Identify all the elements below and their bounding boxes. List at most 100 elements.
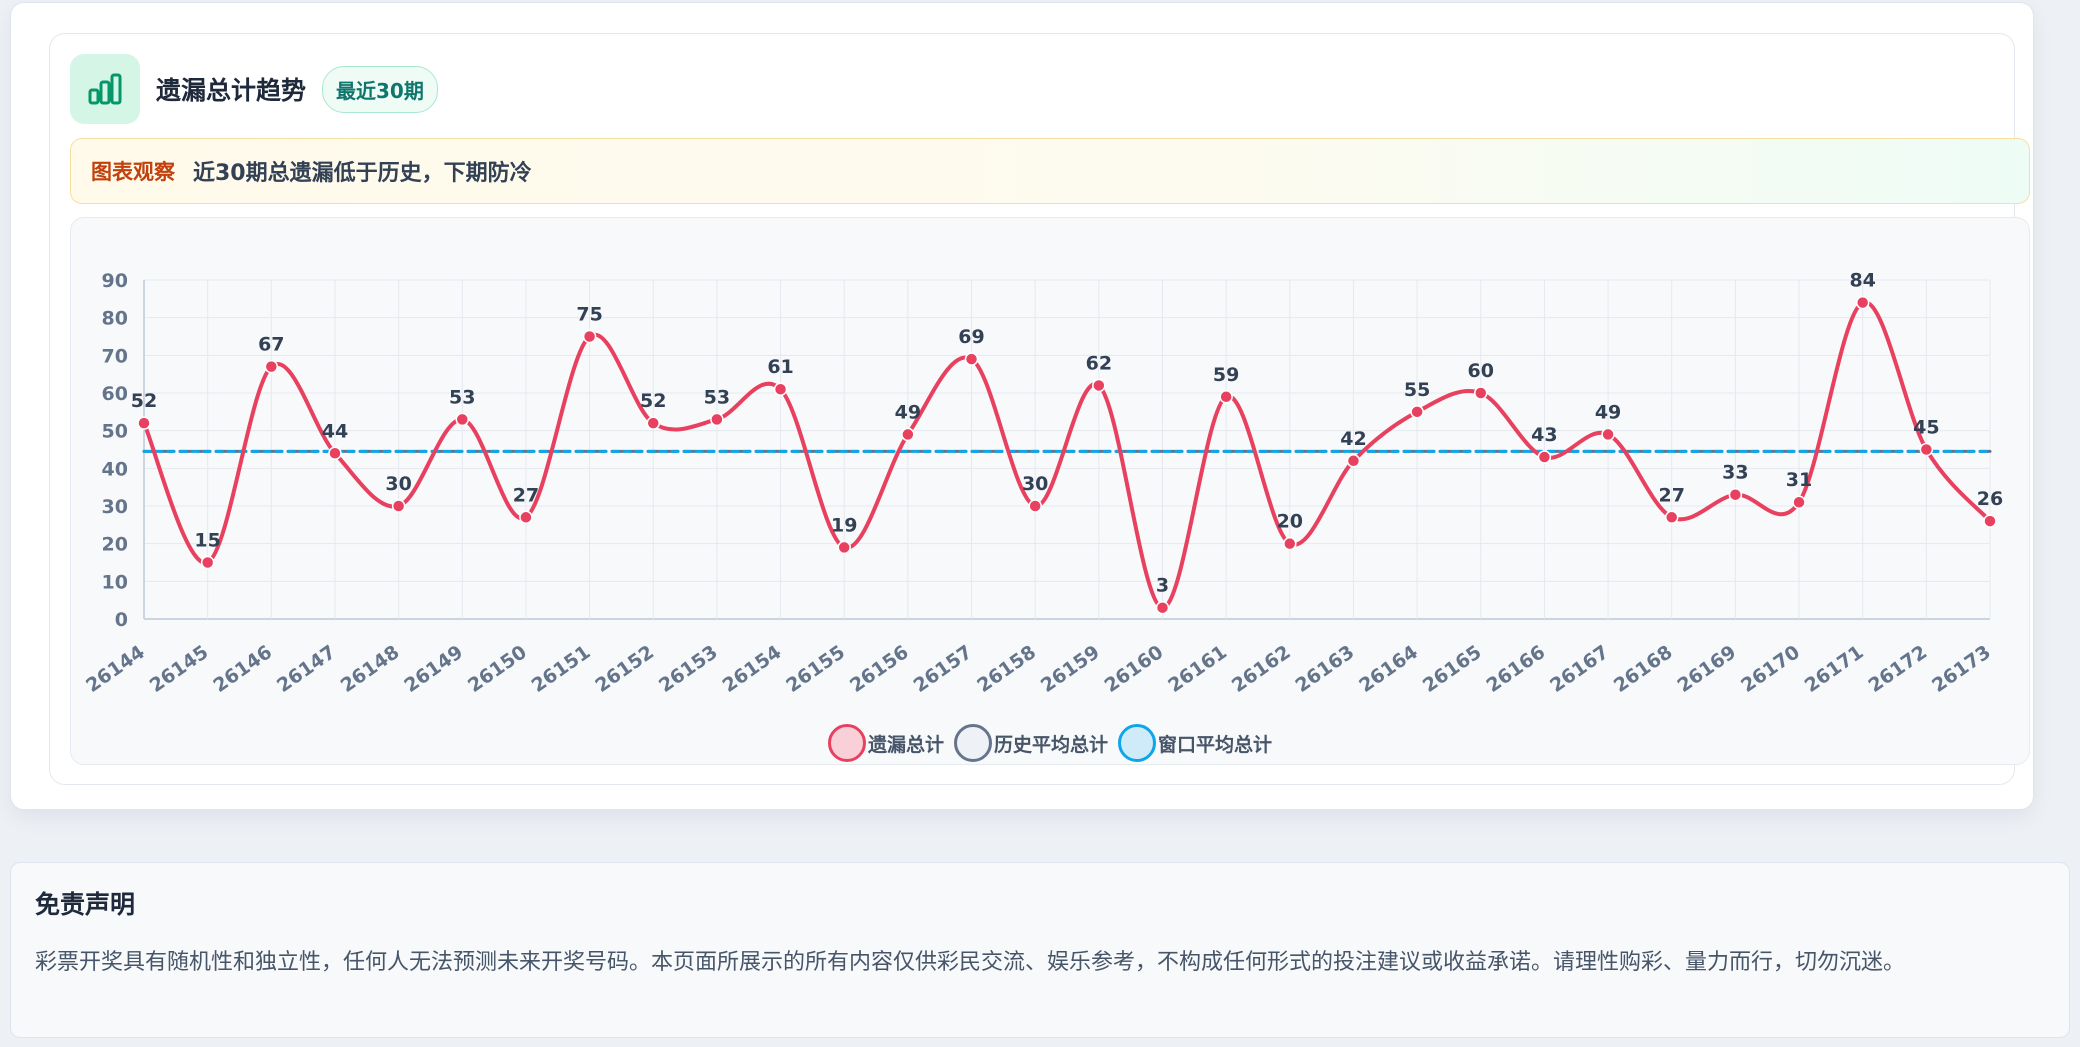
disclaimer-box: 免责声明 彩票开奖具有随机性和独立性，任何人无法预测未来开奖号码。本页面所展示的…	[10, 862, 2070, 1038]
data-label: 53	[704, 386, 730, 408]
observation-text: 近30期总遗漏低于历史，下期防冷	[193, 161, 532, 186]
miss-total-line	[142, 300, 1992, 610]
data-label: 44	[322, 420, 348, 442]
x-tick-label: 26144	[82, 641, 149, 697]
data-point	[200, 555, 215, 570]
data-point	[646, 416, 660, 430]
y-tick-label: 40	[102, 458, 128, 480]
x-tick-label: 26163	[1292, 641, 1359, 697]
disclaimer-text: 彩票开奖具有随机性和独立性，任何人无法预测未来开奖号码。本页面所展示的所有内容仅…	[35, 950, 1906, 975]
data-label: 26	[1977, 488, 2003, 510]
period-badge[interactable]: 最近30期	[322, 65, 438, 113]
legend-label-history-avg: 历史平均总计	[993, 733, 1108, 756]
data-label: 67	[258, 334, 284, 356]
data-point	[582, 329, 597, 344]
x-tick-label: 26158	[973, 641, 1040, 697]
trend-card: 遗漏总计趋势 最近30期 图表观察 近30期总遗漏低于历史，下期防冷 0 10 20…	[10, 2, 2034, 810]
data-label: 55	[1404, 379, 1430, 401]
data-point	[264, 359, 279, 374]
x-tick-label: 26167	[1546, 641, 1613, 697]
data-point	[773, 382, 788, 396]
data-point	[1283, 536, 1297, 551]
observation-tag: 图表观察	[91, 160, 175, 184]
data-point	[1474, 386, 1488, 400]
x-tick-label: 26147	[273, 641, 340, 697]
data-point	[1219, 390, 1233, 404]
x-tick-label: 26172	[1864, 641, 1931, 697]
card-header: 遗漏总计趋势 最近30期	[70, 54, 438, 124]
data-label: 60	[1468, 360, 1494, 382]
x-tick-label: 26148	[337, 641, 404, 697]
x-tick-label: 26157	[910, 641, 977, 697]
legend-item-history-avg[interactable]: 历史平均总计	[953, 724, 1108, 762]
y-tick-label: 90	[102, 270, 128, 292]
data-point	[1855, 295, 1870, 310]
data-point	[455, 412, 470, 427]
data-label: 15	[194, 530, 220, 552]
legend-item-window-avg[interactable]: 窗口平均总计	[1118, 724, 1272, 762]
x-tick-label: 26166	[1483, 641, 1550, 697]
data-point	[1792, 495, 1806, 509]
legend-swatch-window-avg	[1118, 724, 1156, 762]
data-point	[901, 427, 915, 442]
y-tick-label: 80	[102, 308, 128, 330]
data-label: 19	[831, 514, 857, 536]
x-tick-label: 26164	[1355, 641, 1422, 697]
x-tick-label: 26150	[464, 641, 531, 697]
data-point	[1664, 510, 1679, 525]
legend-swatch-miss-total	[827, 724, 866, 762]
data-label: 53	[449, 386, 475, 408]
x-tick-label: 26151	[528, 641, 595, 697]
x-tick-label: 26165	[1419, 641, 1486, 697]
x-tick-label: 26154	[719, 641, 786, 697]
data-label: 27	[1658, 484, 1684, 506]
data-point	[1728, 487, 1743, 502]
data-label: 49	[1595, 401, 1621, 423]
data-point	[964, 352, 979, 366]
y-tick-label: 10	[102, 571, 128, 593]
x-tick-label: 26170	[1737, 641, 1804, 697]
data-label: 49	[895, 401, 921, 423]
data-label: 52	[640, 390, 666, 412]
data-label: 52	[131, 390, 157, 412]
y-tick-label: 70	[102, 345, 128, 367]
y-tick-label: 50	[102, 421, 128, 443]
data-point	[710, 412, 724, 427]
data-point	[1155, 600, 1170, 615]
y-tick-label: 30	[102, 496, 128, 518]
x-tick-label: 26173	[1928, 641, 1995, 697]
data-label: 62	[1086, 352, 1112, 374]
y-tick-label: 20	[102, 534, 128, 556]
data-label: 75	[576, 304, 602, 326]
data-point	[1919, 442, 1934, 457]
disclaimer-title: 免责声明	[35, 890, 136, 919]
data-label: 43	[1531, 424, 1557, 446]
data-label: 84	[1849, 270, 1875, 292]
data-point	[1092, 378, 1106, 393]
x-tick-label: 26160	[1101, 641, 1168, 697]
x-tick-label: 26149	[400, 641, 467, 697]
data-label: 20	[1277, 511, 1303, 533]
x-tick-label: 26156	[846, 641, 913, 697]
x-tick-label: 26159	[1037, 641, 1104, 697]
x-tick-label: 26146	[209, 641, 276, 697]
data-point	[1410, 405, 1424, 419]
data-point	[1346, 454, 1361, 468]
data-label: 59	[1213, 364, 1239, 386]
x-tick-label: 26161	[1164, 641, 1231, 697]
data-point	[328, 446, 342, 461]
x-tick-label: 26168	[1610, 641, 1677, 697]
data-point	[137, 416, 151, 430]
y-tick-label: 60	[102, 383, 128, 405]
data-point	[1601, 427, 1615, 442]
chart-legend: 遗漏总计 历史平均总计 窗口平均总计	[71, 724, 2029, 762]
legend-label-window-avg: 窗口平均总计	[1158, 733, 1273, 756]
line-chart: 0102030405060708090261442614526146261472…	[82, 270, 2003, 697]
data-point	[1028, 499, 1042, 513]
x-tick-label: 26153	[655, 641, 722, 697]
bar-chart-icon	[70, 54, 140, 124]
data-point	[1537, 450, 1552, 464]
data-label: 69	[958, 326, 984, 348]
legend-item-miss-total[interactable]: 遗漏总计	[827, 724, 944, 762]
legend-label-miss-total: 遗漏总计	[867, 733, 944, 756]
